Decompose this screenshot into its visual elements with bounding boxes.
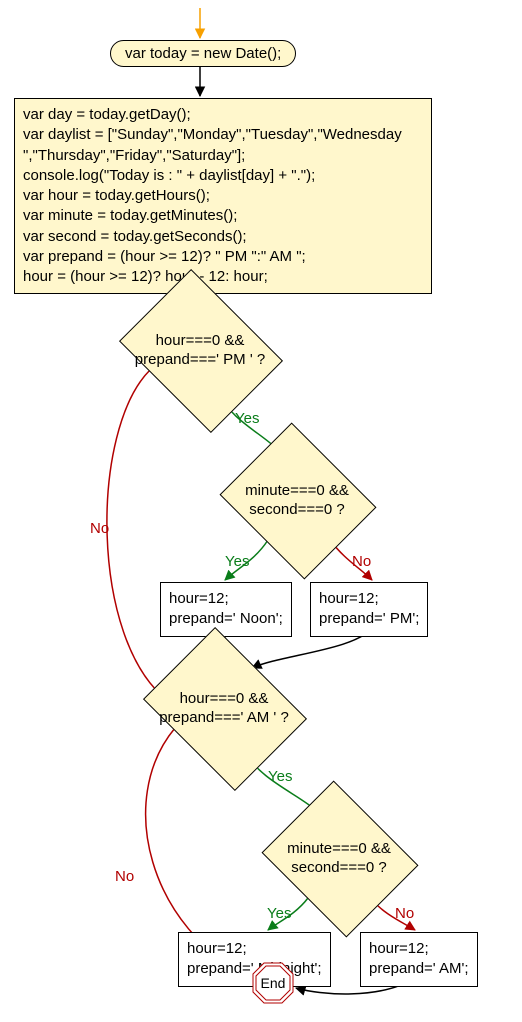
- edge-label-no: No: [395, 905, 414, 922]
- decision-hour-pm: hour===0 && prepand===' PM ' ?: [136, 300, 264, 400]
- edge-label-yes: Yes: [268, 768, 292, 785]
- decision-midnight: minute===0 && second===0 ?: [280, 808, 398, 908]
- decision-hour-am-label: hour===0 && prepand===' AM ' ?: [160, 658, 288, 758]
- end-node: End: [252, 962, 294, 1004]
- decision-hour-am: hour===0 && prepand===' AM ' ?: [160, 658, 288, 758]
- code-block: var day = today.getDay(); var daylist = …: [14, 98, 432, 294]
- flowchart-canvas: var today = new Date(); var day = today.…: [0, 0, 522, 1022]
- decision-midnight-label: minute===0 && second===0 ?: [280, 808, 398, 908]
- edge-label-no: No: [352, 553, 371, 570]
- process-am: hour=12; prepand=' AM';: [360, 932, 478, 987]
- process-noon: hour=12; prepand=' Noon';: [160, 582, 292, 637]
- edge-label-yes: Yes: [225, 553, 249, 570]
- edge-label-yes: Yes: [235, 410, 259, 427]
- process-pm: hour=12; prepand=' PM';: [310, 582, 428, 637]
- edge-label-yes: Yes: [267, 905, 291, 922]
- edge-label-no: No: [90, 520, 109, 537]
- end-label: End: [252, 962, 294, 1004]
- decision-noon-label: minute===0 && second===0 ?: [238, 450, 356, 550]
- edge-label-no: No: [115, 868, 134, 885]
- start-node: var today = new Date();: [110, 40, 296, 67]
- decision-hour-pm-label: hour===0 && prepand===' PM ' ?: [136, 300, 264, 400]
- decision-noon: minute===0 && second===0 ?: [238, 450, 356, 550]
